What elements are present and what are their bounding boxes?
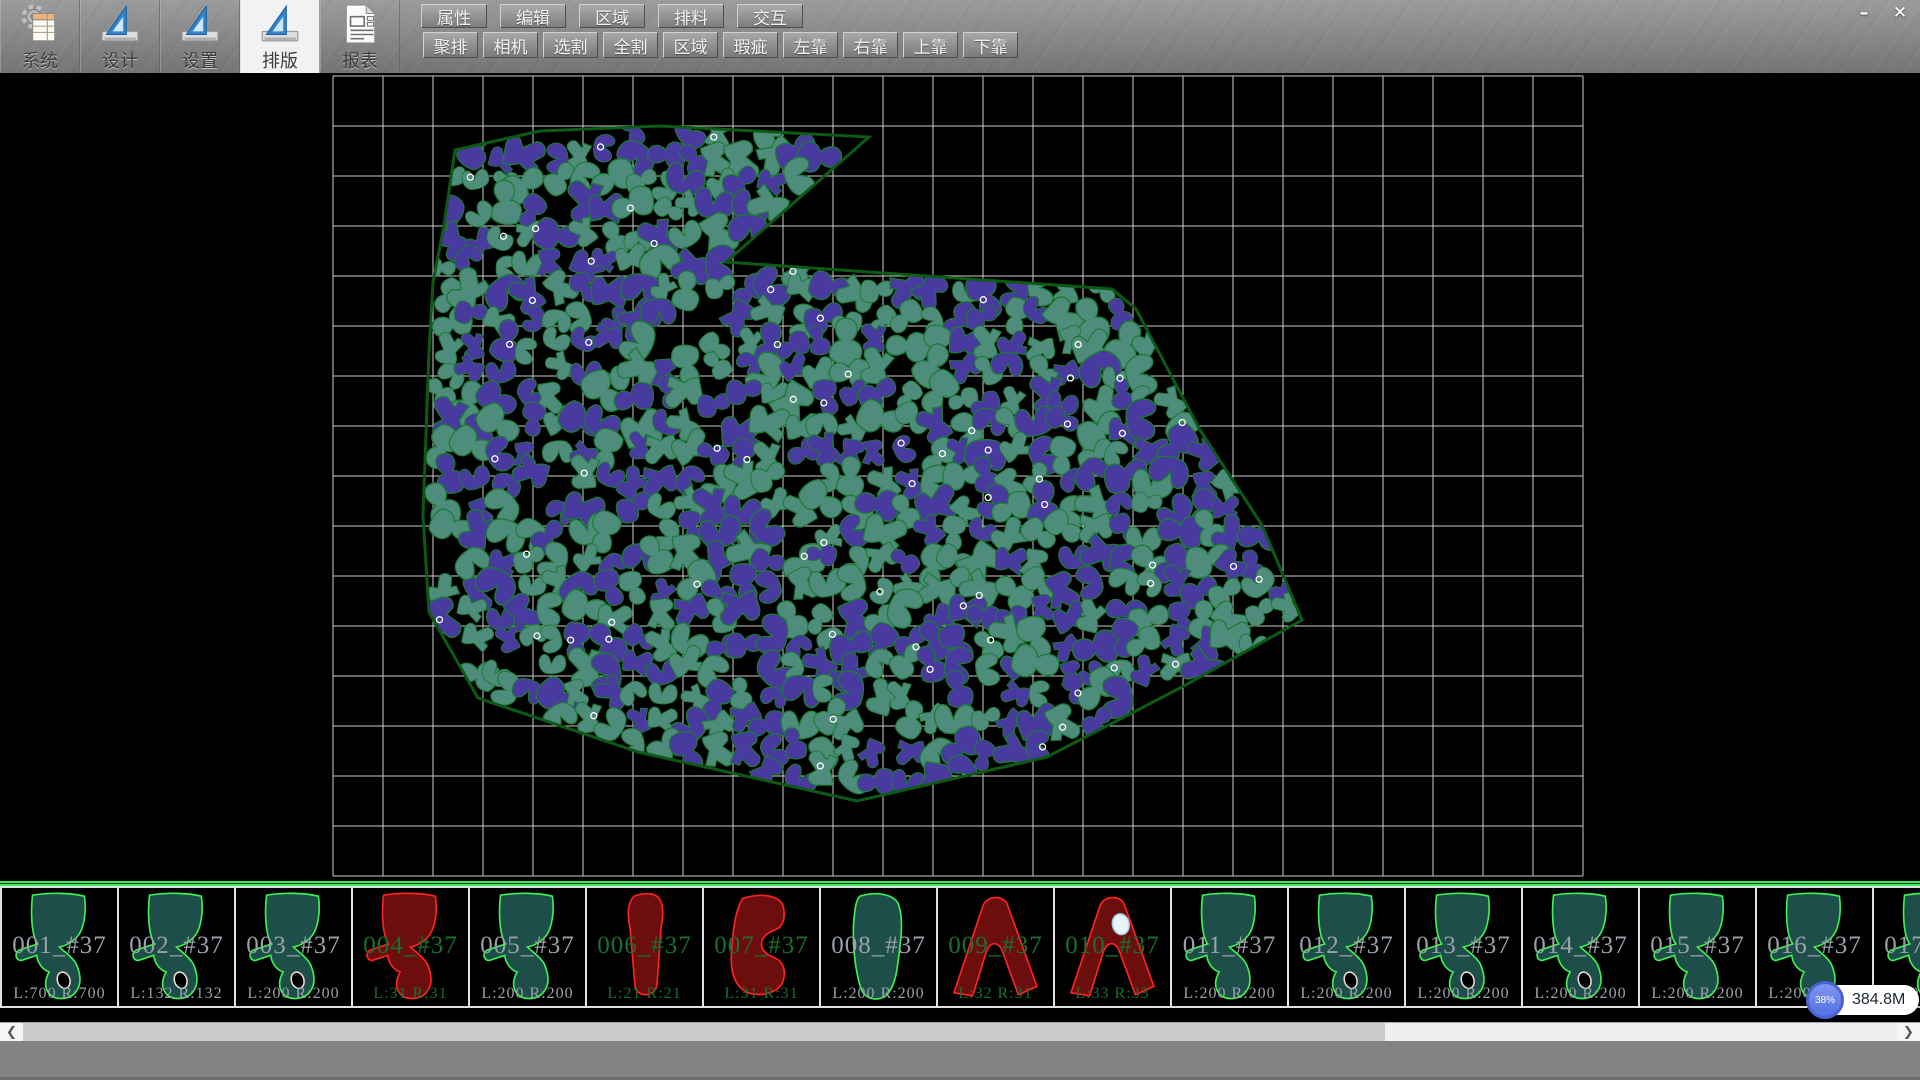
menu-tabs: 属性编辑区域排料交互 (421, 4, 816, 28)
piece-id-label: 014_#37 (1523, 932, 1638, 960)
tool-button-snap-left[interactable]: 左靠 (783, 32, 838, 58)
piece-lr-values: L:700 R:700 (2, 985, 117, 1003)
tool-button-select-cut[interactable]: 选割 (543, 32, 598, 58)
tool-button-camera[interactable]: 相机 (483, 32, 538, 58)
main-button-label: 排版 (262, 47, 298, 73)
piece-lr-values: L:200 R:200 (1172, 985, 1287, 1003)
thumbnail-piece-002_#37[interactable]: 002_#37 L:132 R:132 (119, 886, 236, 1008)
thumbnail-piece-003_#37[interactable]: 003_#37 L:200 R:200 (236, 886, 353, 1008)
thumbnail-piece-015_#37[interactable]: 015_#37 L:200 R:200 (1640, 886, 1757, 1008)
thumbnail-piece-007_#37[interactable]: 007_#37 L:31 R:31 (704, 886, 821, 1008)
thumbnail-piece-005_#37[interactable]: 005_#37 L:200 R:200 (470, 886, 587, 1008)
tool-button-region[interactable]: 区域 (663, 32, 718, 58)
piece-lr-values: L:200 R:200 (470, 985, 585, 1003)
piece-id-label: 009_#37 (938, 932, 1053, 960)
minimize-button[interactable]: – (1846, 0, 1882, 26)
piece-lr-values: L:200 R:200 (821, 985, 936, 1003)
menu-tab-properties[interactable]: 属性 (421, 4, 487, 28)
thumbnail-piece-011_#37[interactable]: 011_#37 L:200 R:200 (1172, 886, 1289, 1008)
piece-id-label: 011_#37 (1172, 932, 1287, 960)
main-button-report[interactable]: 报表 (320, 0, 400, 73)
tool-button-cut-all[interactable]: 全割 (603, 32, 658, 58)
piece-id-label: 001_#37 (2, 932, 117, 960)
piece-id-label: 012_#37 (1289, 932, 1404, 960)
ribbon-header: 系统设计设置排版报表 属性编辑区域排料交互 聚排相机选割全割区域瑕疵左靠右靠上靠… (0, 0, 1920, 73)
thumbnail-piece-008_#37[interactable]: 008_#37 L:200 R:200 (821, 886, 938, 1008)
menu-tab-edit[interactable]: 编辑 (500, 4, 566, 28)
settings-icon (179, 3, 221, 45)
piece-id-label: 013_#37 (1406, 932, 1521, 960)
window-controls: – ✕ (1846, 0, 1918, 27)
tool-button-cluster-nest[interactable]: 聚排 (423, 32, 478, 58)
thumbnail-piece-006_#37[interactable]: 006_#37 L:21 R:21 (587, 886, 704, 1008)
main-button-label: 设计 (102, 47, 138, 73)
thumbnail-scrollbar[interactable]: ❮ ❯ (0, 1022, 1920, 1041)
piece-lr-values: L:200 R:200 (1289, 985, 1404, 1003)
thumbnail-piece-010_#37[interactable]: 010_#37 L:33 R:33 (1055, 886, 1172, 1008)
main-button-label: 报表 (342, 47, 378, 73)
status-badge[interactable]: 384.8M 38% (1810, 985, 1919, 1015)
scroll-right-icon[interactable]: ❯ (1897, 1023, 1920, 1042)
tool-buttons-row: 聚排相机选割全割区域瑕疵左靠右靠上靠下靠 (423, 32, 1023, 58)
menu-tab-interact[interactable]: 交互 (737, 4, 803, 28)
scrollbar-thumb[interactable] (23, 1023, 1385, 1042)
main-button-settings[interactable]: 设置 (160, 0, 240, 73)
menu-tab-nesting[interactable]: 排料 (658, 4, 724, 28)
tool-button-defect[interactable]: 瑕疵 (723, 32, 778, 58)
thumbnail-piece-012_#37[interactable]: 012_#37 L:200 R:200 (1289, 886, 1406, 1008)
thumbnail-piece-013_#37[interactable]: 013_#37 L:200 R:200 (1406, 886, 1523, 1008)
piece-id-label: 017_#37 (1874, 932, 1920, 960)
scroll-left-icon[interactable]: ❮ (0, 1023, 23, 1042)
main-button-label: 系统 (22, 47, 58, 73)
piece-thumbnail-strip: 001_#37L:700 R:700002_#37L:132 R:132003_… (0, 886, 1920, 1008)
tool-button-snap-top[interactable]: 上靠 (903, 32, 958, 58)
layout-icon (259, 3, 301, 45)
system-icon (19, 3, 61, 45)
main-button-design[interactable]: 设计 (80, 0, 160, 73)
main-buttons: 系统 设计 设置 排版 报表 (0, 0, 400, 73)
piece-id-label: 004_#37 (353, 932, 468, 960)
piece-lr-values: L:33 R:33 (1055, 985, 1170, 1003)
piece-lr-values: L:31 R:31 (704, 985, 819, 1003)
main-button-layout[interactable]: 排版 (240, 0, 320, 73)
piece-id-label: 015_#37 (1640, 932, 1755, 960)
piece-id-label: 007_#37 (704, 932, 819, 960)
piece-id-label: 008_#37 (821, 932, 936, 960)
piece-lr-values: L:200 R:200 (1640, 985, 1755, 1003)
thumbnail-piece-014_#37[interactable]: 014_#37 L:200 R:200 (1523, 886, 1640, 1008)
thumbnail-piece-001_#37[interactable]: 001_#37 L:700 R:700 (0, 886, 119, 1008)
piece-id-label: 003_#37 (236, 932, 351, 960)
piece-id-label: 010_#37 (1055, 932, 1170, 960)
thumbnail-piece-004_#37[interactable]: 004_#37 L:31 R:31 (353, 886, 470, 1008)
piece-lr-values: L:21 R:21 (587, 985, 702, 1003)
close-button[interactable]: ✕ (1882, 0, 1918, 26)
piece-id-label: 005_#37 (470, 932, 585, 960)
bottom-status-band (0, 1041, 1920, 1080)
piece-id-label: 016_#37 (1757, 932, 1872, 960)
app-window: 系统设计设置排版报表 属性编辑区域排料交互 聚排相机选割全割区域瑕疵左靠右靠上靠… (0, 0, 1920, 1080)
design-icon (99, 3, 141, 45)
tool-button-snap-right[interactable]: 右靠 (843, 32, 898, 58)
piece-id-label: 006_#37 (587, 932, 702, 960)
nesting-canvas[interactable] (0, 73, 1920, 881)
percent-ring: 38% (1806, 981, 1844, 1019)
piece-lr-values: L:31 R:31 (353, 985, 468, 1003)
piece-lr-values: L:200 R:200 (1523, 985, 1638, 1003)
piece-lr-values: L:132 R:132 (119, 985, 234, 1003)
thumbnail-piece-009_#37[interactable]: 009_#37 L:32 R:31 (938, 886, 1055, 1008)
report-icon (339, 3, 381, 45)
main-button-system[interactable]: 系统 (0, 0, 80, 73)
piece-lr-values: L:200 R:200 (1406, 985, 1521, 1003)
main-button-label: 设置 (182, 47, 218, 73)
menu-tab-region[interactable]: 区域 (579, 4, 645, 28)
piece-id-label: 002_#37 (119, 932, 234, 960)
piece-lr-values: L:200 R:200 (236, 985, 351, 1003)
tool-button-snap-bottom[interactable]: 下靠 (963, 32, 1018, 58)
piece-lr-values: L:32 R:31 (938, 985, 1053, 1003)
